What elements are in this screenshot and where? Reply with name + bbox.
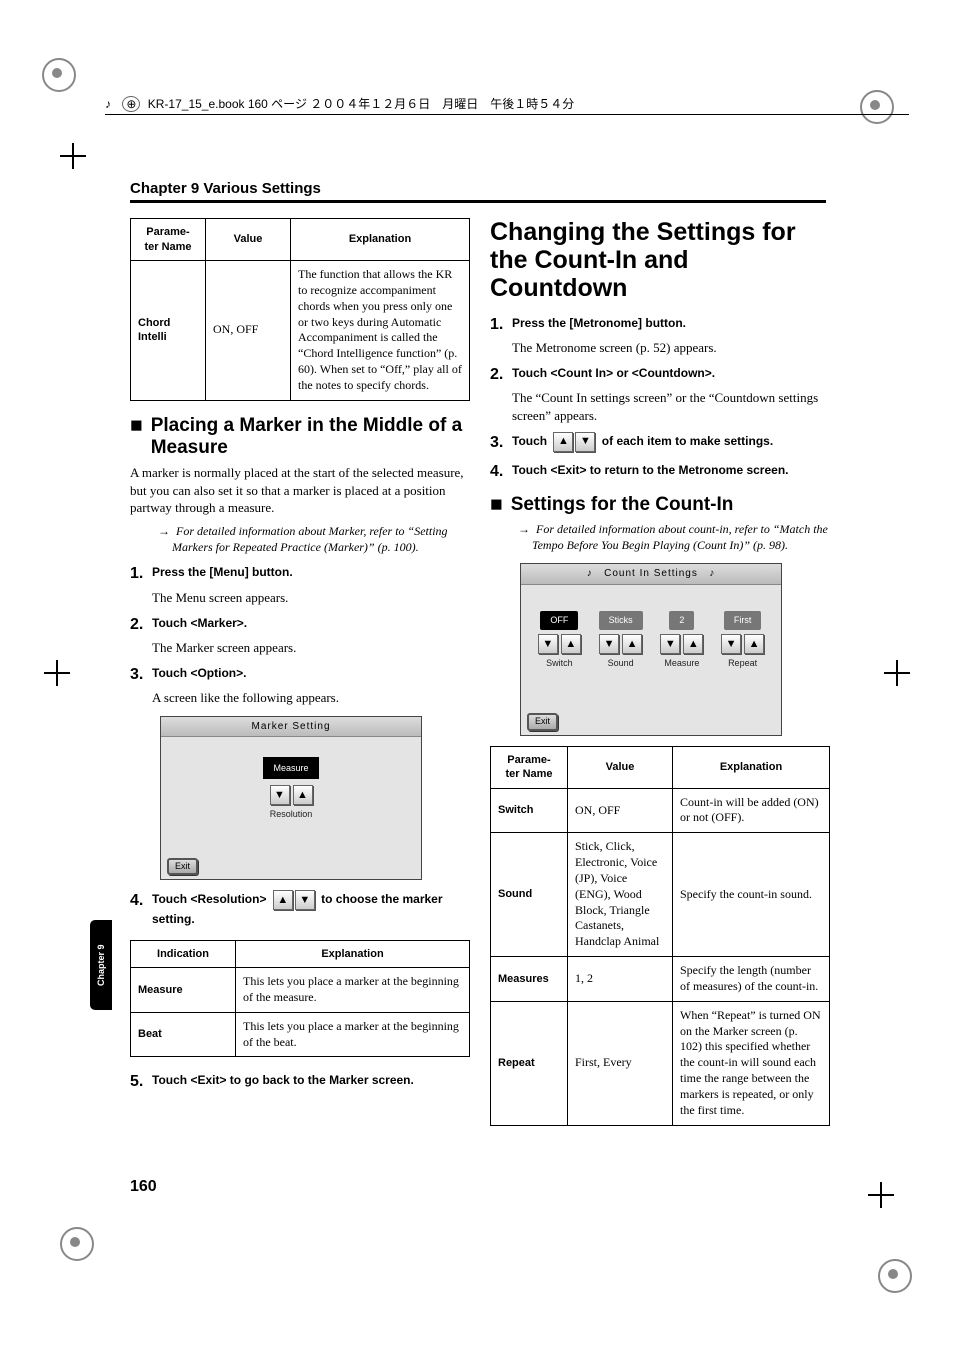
th-value: Value: [206, 219, 291, 261]
step-4: 4. Touch <Resolution> ▲ ▼ to choose the …: [130, 890, 470, 929]
down-icon[interactable]: ▼: [721, 634, 741, 654]
fig-label-measure: Measure: [664, 658, 699, 670]
th-expl: Explanation: [673, 746, 830, 788]
th-param: Parame- ter Name: [491, 746, 568, 788]
marker-intro: A marker is normally placed at the start…: [130, 464, 470, 515]
fig-measure-value: Measure: [263, 757, 318, 779]
up-arrow-icon[interactable]: ▲: [273, 890, 293, 910]
print-registration-cross: [884, 660, 910, 686]
th-value: Value: [568, 746, 673, 788]
up-icon[interactable]: ▲: [561, 634, 581, 654]
count-in-param-table: Parame- ter Name Value Explanation Switc…: [490, 746, 830, 1126]
print-file-header-text: KR-17_15_e.book 160 ページ ２００４年１２月６日 月曜日 午…: [148, 97, 575, 111]
fig-title-marker: Marker Setting: [251, 721, 330, 732]
down-icon[interactable]: ▼: [660, 634, 680, 654]
step-5: 5. Touch <Exit> to go back to the Marker…: [130, 1071, 470, 1092]
section-square-icon: ■: [130, 415, 143, 459]
down-icon[interactable]: ▼: [599, 634, 619, 654]
marker-section-heading: ■ Placing a Marker in the Middle of a Me…: [130, 415, 470, 459]
fig-col-switch: OFF ▼▲ Switch: [538, 611, 581, 671]
chord-intelli-table: Parame- ter Name Value Explanation Chord…: [130, 218, 470, 401]
fig-value-sound: Sticks: [599, 611, 643, 631]
fig-col-sound: Sticks ▼▲ Sound: [599, 611, 643, 671]
count-step-2-follow: The “Count In settings screen” or the “C…: [512, 389, 830, 423]
print-registration-cross: [868, 1182, 894, 1208]
count-step-3: 3. Touch ▲ ▼ of each item to make settin…: [490, 432, 830, 453]
count-in-xref-note: For detailed information about count-in,…: [518, 522, 830, 554]
count-step-4: 4. Touch <Exit> to return to the Metrono…: [490, 461, 830, 482]
th-indication: Indication: [131, 940, 236, 968]
table-row: Switch ON, OFF Count-in will be added (O…: [491, 788, 830, 833]
page-number: 160: [130, 1178, 157, 1196]
heavy-rule: [130, 200, 826, 203]
print-target-corner: [878, 1259, 912, 1293]
indication-table: Indication Explanation Measure This lets…: [130, 940, 470, 1058]
fig-label-switch: Switch: [546, 658, 573, 670]
param-name-cell: Chord Intelli: [131, 261, 206, 401]
fig-label-sound: Sound: [608, 658, 634, 670]
fig-value-measure: 2: [669, 611, 694, 631]
step-1: 1. Press the [Menu] button.: [130, 563, 470, 584]
fig-col-measure: 2 ▼▲ Measure: [660, 611, 703, 671]
count-step3-b: of each item to make settings.: [602, 434, 773, 448]
param-expl-cell: The function that allows the KR to recog…: [291, 261, 470, 401]
fig-col-repeat: First ▼▲ Repeat: [721, 611, 764, 671]
marker-xref-note: For detailed information about Marker, r…: [158, 524, 470, 556]
print-target-corner: [60, 1227, 94, 1261]
print-registration-cross: [44, 660, 70, 686]
count-in-subheading: ■ Settings for the Count-In: [490, 494, 830, 516]
up-icon[interactable]: ▲: [744, 634, 764, 654]
exit-button[interactable]: Exit: [167, 858, 198, 876]
step-2: 2. Touch <Marker>.: [130, 614, 470, 635]
fig-title-countin: Count In Settings: [604, 568, 698, 579]
step4-text-a: Touch <Resolution>: [152, 893, 270, 907]
chapter-thumb-label: Chapter 9: [90, 920, 112, 1010]
fig-resolution-label: Resolution: [169, 809, 413, 821]
table-row: Chord Intelli ON, OFF The function that …: [131, 261, 470, 401]
print-registration-cross: [60, 143, 86, 169]
fig-value-switch: OFF: [540, 611, 578, 631]
table-row: Beat This lets you place a marker at the…: [131, 1012, 470, 1057]
up-arrow-icon[interactable]: ▲: [553, 432, 573, 452]
table-row: Repeat First, Every When “Repeat” is tur…: [491, 1001, 830, 1125]
param-value-cell: ON, OFF: [206, 261, 291, 401]
step-3-follow: A screen like the following appears.: [152, 689, 470, 706]
up-icon[interactable]: ▲: [683, 634, 703, 654]
count-in-settings-figure: ♪ Count In Settings ♪ OFF ▼▲ Switch Stic…: [520, 563, 782, 735]
th-explanation: Explanation: [236, 940, 470, 968]
count-step-1: 1. Press the [Metronome] button.: [490, 314, 830, 335]
count-step-1-follow: The Metronome screen (p. 52) appears.: [512, 339, 830, 356]
down-icon[interactable]: ▼: [270, 785, 290, 805]
table-row: Measure This lets you place a marker at …: [131, 968, 470, 1013]
step-1-follow: The Menu screen appears.: [152, 589, 470, 606]
step-2-follow: The Marker screen appears.: [152, 639, 470, 656]
fig-label-repeat: Repeat: [728, 658, 757, 670]
print-target-corner: [42, 58, 76, 92]
count-step3-a: Touch: [512, 434, 550, 448]
running-head: Chapter 9 Various Settings: [130, 180, 321, 197]
step-3: 3. Touch <Option>.: [130, 664, 470, 685]
print-file-header: ♪ ⊕ KR-17_15_e.book 160 ページ ２００４年１２月６日 月…: [105, 95, 909, 115]
chapter-thumb-tab: Chapter 9: [90, 920, 112, 1010]
up-icon[interactable]: ▲: [622, 634, 642, 654]
down-icon[interactable]: ▼: [538, 634, 558, 654]
table-row: Sound Stick, Click, Electronic, Voice (J…: [491, 833, 830, 957]
count-step-2: 2. Touch <Count In> or <Countdown>.: [490, 364, 830, 385]
down-arrow-icon[interactable]: ▼: [575, 432, 595, 452]
count-section-heading: Changing the Settings for the Count-In a…: [490, 218, 830, 302]
section-square-icon: ■: [490, 494, 503, 516]
th-expl: Explanation: [291, 219, 470, 261]
th-param: Parame- ter Name: [131, 219, 206, 261]
table-row: Measures 1, 2 Specify the length (number…: [491, 957, 830, 1002]
up-icon[interactable]: ▲: [293, 785, 313, 805]
down-arrow-icon[interactable]: ▼: [295, 890, 315, 910]
exit-button[interactable]: Exit: [527, 713, 558, 731]
fig-value-repeat: First: [724, 611, 762, 631]
marker-setting-figure: Marker Setting Measure ▼ ▲ Resolution Ex…: [160, 716, 422, 880]
